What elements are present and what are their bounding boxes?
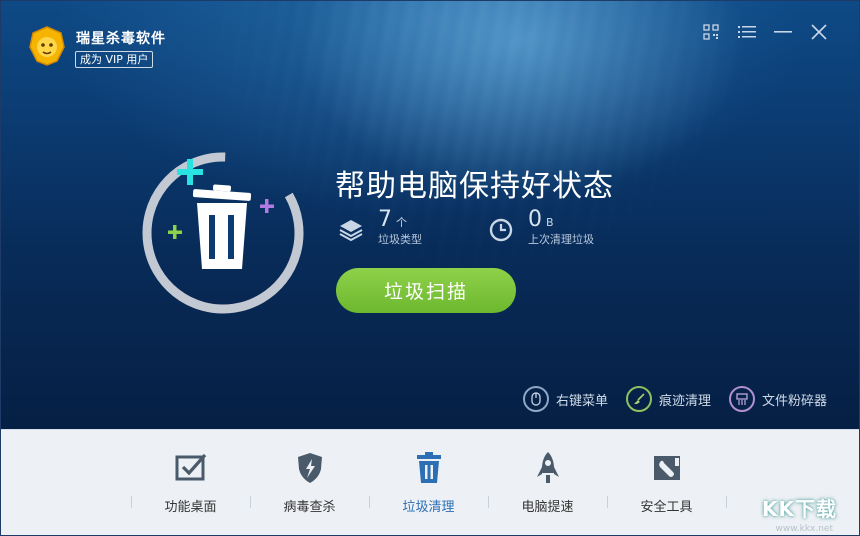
nav-separator — [131, 496, 132, 508]
nav-label: 电脑提速 — [521, 500, 574, 515]
trash-ring-graphic — [142, 152, 304, 314]
trash-icon — [192, 184, 252, 269]
last-cleaned-label: 上次清理垃圾 — [528, 233, 594, 246]
bottom-nav: 功能桌面 病毒查杀 垃圾清理 电脑提速 安全工具 KK下载 www.kkx.ne… — [1, 429, 859, 535]
rocket-icon — [530, 450, 566, 486]
junk-types-unit: 个 — [396, 216, 407, 229]
plus-purple-icon — [260, 199, 274, 213]
nav-label: 病毒查杀 — [283, 500, 336, 515]
shredder-icon — [728, 386, 755, 412]
menu-list-icon — [738, 26, 756, 38]
nav-item-virus-scan[interactable]: 病毒查杀 — [250, 430, 369, 535]
trash-icon — [411, 450, 447, 486]
status-headline: 帮助电脑保持好状态 — [335, 169, 614, 204]
tool-label: 右键菜单 — [555, 393, 608, 409]
junk-scan-button[interactable]: 垃圾扫描 — [336, 268, 516, 313]
junk-types-label: 垃圾类型 — [378, 233, 422, 246]
tools-row: 右键菜单 痕迹清理 文件粉碎器 — [522, 386, 827, 412]
tool-trace-clean[interactable]: 痕迹清理 — [625, 386, 711, 412]
tool-context-menu[interactable]: 右键菜单 — [522, 386, 608, 412]
clock-icon — [489, 218, 513, 242]
last-cleaned-stat: 0B 上次清理垃圾 — [528, 207, 594, 247]
watermark-text: KK下载 — [762, 497, 837, 521]
nav-label: 安全工具 — [640, 500, 693, 515]
close-icon — [811, 24, 827, 40]
nav-item-speedup[interactable]: 电脑提速 — [488, 430, 607, 535]
plus-green-icon — [168, 225, 182, 239]
nav-separator — [250, 496, 251, 508]
minimize-icon — [774, 31, 792, 33]
qr-code-icon — [703, 24, 719, 40]
mouse-icon — [522, 386, 549, 412]
nav-separator — [607, 496, 608, 508]
nav-separator — [369, 496, 370, 508]
nav-items: 功能桌面 病毒查杀 垃圾清理 电脑提速 安全工具 — [131, 430, 726, 535]
lion-logo-icon — [29, 26, 65, 66]
close-button[interactable] — [801, 21, 837, 43]
checkbox-desktop-icon — [173, 450, 209, 486]
layers-icon — [339, 220, 363, 242]
qr-code-button[interactable] — [693, 21, 729, 43]
main-panel: 瑞星杀毒软件 成为 VIP 用户 帮助电脑保持好状态 7 个 垃圾类型 0 B … — [1, 1, 859, 429]
tool-label: 痕迹清理 — [658, 393, 711, 409]
nav-item-junk-clean[interactable]: 垃圾清理 — [369, 430, 488, 535]
junk-types-stat: 7个 垃圾类型 — [378, 207, 422, 247]
nav-separator — [726, 496, 727, 508]
minimize-button[interactable] — [765, 21, 801, 43]
nav-label: 功能桌面 — [164, 500, 217, 515]
watermark-url: www.kkx.net — [775, 524, 834, 534]
shield-bolt-icon — [292, 450, 328, 486]
last-cleaned-unit: B — [546, 216, 554, 229]
tool-label: 文件粉碎器 — [761, 393, 827, 409]
titlebar-controls — [693, 21, 837, 43]
junk-types-value: 7 — [378, 207, 392, 232]
nav-separator — [488, 496, 489, 508]
vip-link[interactable]: 成为 VIP 用户 — [75, 51, 154, 68]
nav-item-security-tools[interactable]: 安全工具 — [607, 430, 726, 535]
tool-file-shredder[interactable]: 文件粉碎器 — [728, 386, 827, 412]
nav-label: 垃圾清理 — [402, 500, 455, 515]
app-title: 瑞星杀毒软件 — [76, 31, 166, 47]
app-window: 瑞星杀毒软件 成为 VIP 用户 帮助电脑保持好状态 7 个 垃圾类型 0 B … — [0, 0, 860, 536]
broom-icon — [625, 386, 652, 412]
last-cleaned-value: 0 — [528, 207, 542, 232]
wrench-box-icon — [649, 450, 685, 486]
menu-button[interactable] — [729, 21, 765, 43]
nav-item-desktop[interactable]: 功能桌面 — [131, 430, 250, 535]
